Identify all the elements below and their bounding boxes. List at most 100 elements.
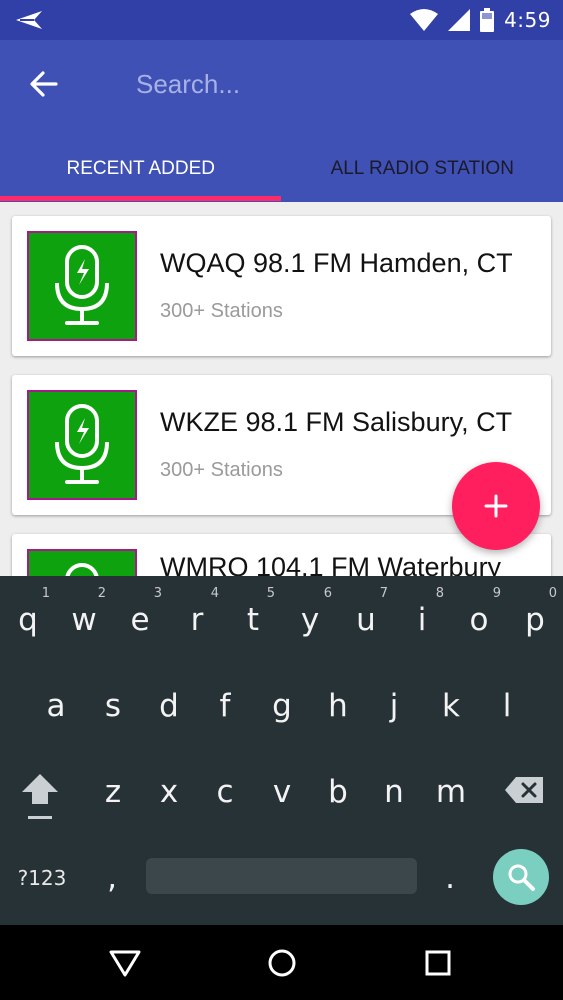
tab-recent-added[interactable]: RECENT ADDED — [0, 136, 282, 202]
key-f[interactable]: f — [197, 662, 253, 742]
nav-home-icon — [268, 949, 296, 977]
key-h[interactable]: h — [310, 662, 366, 742]
symbols-key[interactable]: ?123 — [6, 861, 78, 895]
key-char: u — [356, 602, 376, 638]
key-char: g — [272, 688, 292, 724]
key-char: k — [442, 688, 460, 724]
battery-icon — [480, 8, 495, 32]
station-name: WKZE 98.1 FM Salisbury, CT — [160, 407, 513, 437]
key-i[interactable]: 8i — [394, 576, 450, 656]
system-nav-bar — [0, 925, 563, 1000]
microphone-icon — [55, 245, 109, 325]
station-card[interactable]: WQAQ 98.1 FM Hamden, CT 300+ Stations — [12, 216, 551, 356]
key-p[interactable]: 0p — [507, 576, 563, 656]
nav-recents-icon — [425, 950, 451, 976]
key-e[interactable]: 3e — [112, 576, 168, 656]
key-n[interactable]: n — [366, 748, 422, 828]
key-hint: 1 — [41, 586, 50, 601]
period-key[interactable]: . — [422, 834, 478, 914]
search-action-key[interactable] — [493, 849, 549, 905]
nav-back-button[interactable] — [99, 937, 151, 989]
microphone-icon — [55, 404, 109, 484]
key-j[interactable]: j — [366, 662, 422, 742]
wifi-icon — [410, 9, 439, 31]
key-char: l — [502, 688, 512, 724]
key-hint: 4 — [210, 586, 219, 601]
key-char: r — [190, 602, 204, 638]
key-char: d — [159, 688, 179, 724]
key-char: n — [384, 774, 404, 810]
key-char: w — [71, 602, 97, 638]
key-k[interactable]: k — [423, 662, 479, 742]
search-input[interactable] — [136, 62, 516, 106]
soft-keyboard: 1q 2w 3e 4r 5t 6y 7u 8i 9o 0p a s d f g … — [0, 576, 563, 925]
status-bar: 4:59 — [0, 0, 563, 40]
station-count: 300+ Stations — [160, 459, 283, 481]
key-char: i — [417, 602, 427, 638]
arrow-back-icon — [30, 71, 58, 97]
app-screen: 4:59 RECENT ADDED ALL RADIO STATION — [0, 0, 563, 1000]
back-button[interactable] — [22, 62, 66, 106]
search-icon — [508, 864, 535, 891]
key-char: v — [272, 774, 292, 810]
key-v[interactable]: v — [254, 748, 310, 828]
key-char: x — [159, 774, 179, 810]
key-m[interactable]: m — [423, 748, 479, 828]
spacebar[interactable] — [146, 858, 417, 894]
station-count: 300+ Stations — [160, 300, 283, 322]
key-char: m — [435, 774, 467, 810]
key-r[interactable]: 4r — [169, 576, 225, 656]
station-name: WMRQ 104.1 FM Waterbury — [160, 552, 502, 576]
key-q[interactable]: 1q — [0, 576, 56, 656]
key-hint: 2 — [97, 586, 106, 601]
key-o[interactable]: 9o — [451, 576, 507, 656]
key-char: t — [246, 602, 260, 638]
key-u[interactable]: 7u — [338, 576, 394, 656]
key-char: p — [525, 602, 545, 638]
app-bar: RECENT ADDED ALL RADIO STATION — [0, 40, 563, 202]
key-hint: 8 — [435, 586, 444, 601]
comma-key[interactable]: , — [84, 834, 140, 914]
key-x[interactable]: x — [141, 748, 197, 828]
key-l[interactable]: l — [479, 662, 535, 742]
key-g[interactable]: g — [254, 662, 310, 742]
nav-home-button[interactable] — [256, 937, 308, 989]
key-char: a — [46, 688, 66, 724]
tab-label: ALL RADIO STATION — [330, 158, 514, 179]
station-logo — [27, 390, 137, 500]
add-station-button[interactable] — [452, 462, 540, 550]
symbols-label: ?123 — [17, 866, 67, 890]
key-b[interactable]: b — [310, 748, 366, 828]
backspace-key[interactable] — [494, 748, 554, 828]
shift-key[interactable] — [12, 748, 72, 828]
tab-all-radio-station[interactable]: ALL RADIO STATION — [282, 136, 563, 202]
station-logo — [27, 231, 137, 341]
key-a[interactable]: a — [28, 662, 84, 742]
key-hint: 0 — [548, 586, 557, 601]
key-char: b — [328, 774, 348, 810]
key-hint: 9 — [492, 586, 501, 601]
key-c[interactable]: c — [197, 748, 253, 828]
nav-recents-button[interactable] — [412, 937, 464, 989]
key-hint: 5 — [266, 586, 275, 601]
key-y[interactable]: 6y — [282, 576, 338, 656]
station-name: WQAQ 98.1 FM Hamden, CT — [160, 248, 513, 278]
key-char: e — [130, 602, 150, 638]
key-char: c — [216, 774, 234, 810]
key-char: j — [389, 688, 399, 724]
key-s[interactable]: s — [85, 662, 141, 742]
signal-icon — [448, 9, 471, 31]
key-w[interactable]: 2w — [56, 576, 112, 656]
key-char: z — [104, 774, 122, 810]
nav-back-icon — [109, 950, 141, 977]
key-t[interactable]: 5t — [225, 576, 281, 656]
backspace-icon — [505, 777, 543, 803]
key-d[interactable]: d — [141, 662, 197, 742]
key-z[interactable]: z — [85, 748, 141, 828]
plus-icon — [484, 494, 508, 518]
key-hint: 6 — [323, 586, 332, 601]
key-char: o — [469, 602, 489, 638]
key-char: q — [18, 602, 38, 638]
station-logo — [27, 549, 137, 576]
key-hint: 7 — [379, 586, 388, 601]
